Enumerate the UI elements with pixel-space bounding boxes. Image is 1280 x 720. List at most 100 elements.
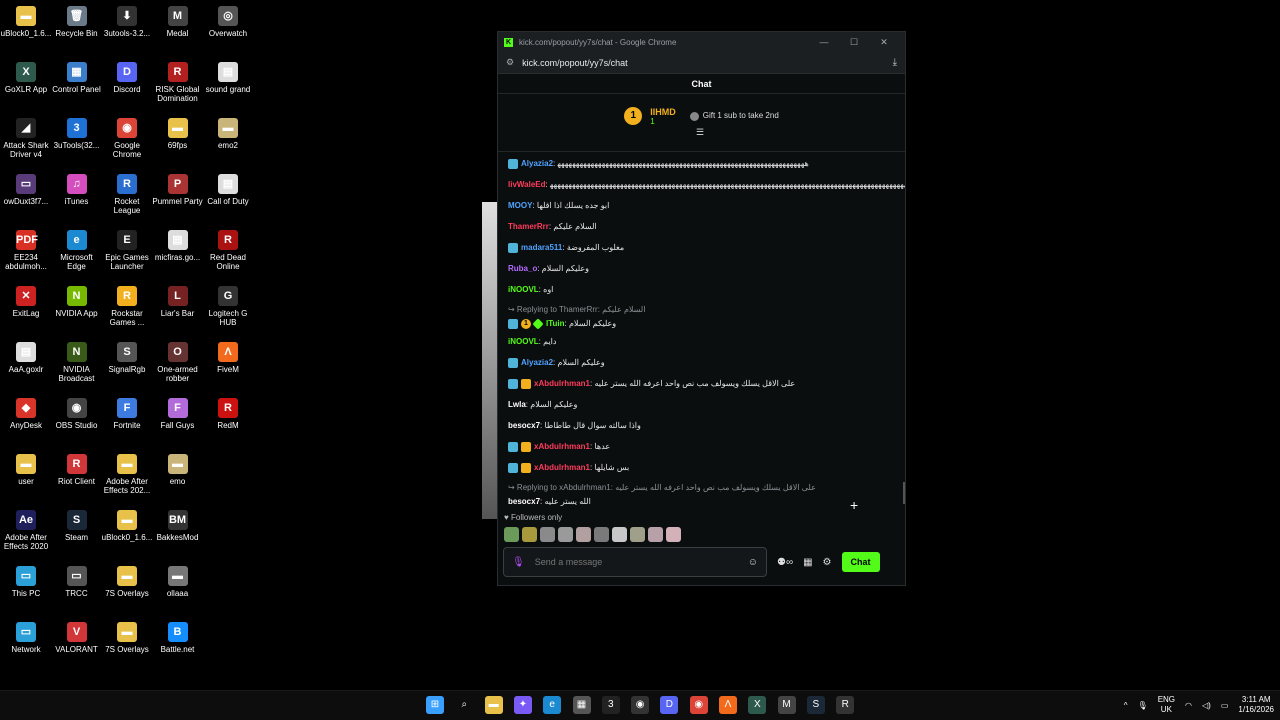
chat-username[interactable]: xAbdulrhman1 [534,463,590,472]
desktop-icon[interactable]: ▬ uBlock0_1.6... [101,510,153,542]
desktop-icon[interactable]: R RedM [202,398,254,430]
desktop-icon[interactable]: ▭ owDuxt3f7... [0,174,52,206]
close-button[interactable]: ✕ [869,37,899,48]
send-chat-button[interactable]: Chat [841,552,880,572]
maximize-button[interactable]: ☐ [839,37,869,48]
minimize-button[interactable]: — [809,37,839,47]
desktop-icon[interactable]: Λ FiveM [202,342,254,374]
desktop-icon[interactable]: ▭ Network [0,622,52,654]
taskbar-obs-icon[interactable]: ◉ [631,696,650,714]
emote-item[interactable] [648,527,663,542]
chat-username[interactable]: xAbdulrhman1 [534,379,590,388]
desktop-icon[interactable]: F Fortnite [101,398,153,430]
chat-username[interactable]: livWaleEd [508,180,546,189]
desktop-icon[interactable]: ▬ 7S Overlays [101,622,153,654]
taskbar-explorer-icon[interactable]: ▬ [484,696,503,714]
message-box[interactable]: 🎙 ☺ [503,547,767,577]
desktop-icon[interactable]: R Red Dead Online [202,230,254,271]
desktop-icon[interactable]: G Logitech G HUB [202,286,254,327]
chat-username[interactable]: ThamerRrr [508,222,549,231]
desktop-icon[interactable]: B Battle.net [152,622,204,654]
chevron-up-icon[interactable]: ^ [1124,701,1128,710]
chat-username[interactable]: MOOY [508,201,532,210]
taskbar-rockstar-icon[interactable]: R [836,696,855,714]
site-info-icon[interactable]: ⚙ [506,57,514,68]
desktop-icon[interactable]: ▤ AaA.goxlr [0,342,52,374]
taskbar-discord-icon[interactable]: D [660,696,679,714]
chat-message[interactable]: 1 ITuin: وعليكم السلام [508,318,616,330]
desktop-icon[interactable]: ▦ Control Panel [51,62,103,94]
desktop-icon[interactable]: ▬ emo [152,454,204,486]
emote-item[interactable] [630,527,645,542]
desktop-icon[interactable]: M Medal [152,6,204,38]
chat-username[interactable]: Alyazia2 [521,358,553,367]
desktop-icon[interactable]: S SignalRgb [101,342,153,374]
language-indicator[interactable]: ENG UK [1158,695,1175,715]
desktop-icon[interactable]: ✕ ExitLag [0,286,52,318]
chat-message[interactable]: xAbdulrhman1: بس شايلها [508,462,629,473]
desktop-icon[interactable]: 3 3uTools(32... [51,118,103,150]
desktop-icon[interactable]: N NVIDIA App [51,286,103,318]
desktop-icon[interactable]: PDF EE234 abdulmoh... [0,230,52,271]
taskbar-steam-icon[interactable]: S [806,696,825,714]
chat-message[interactable]: xAbdulrhman1: على الاقل يسلك ويسولف مب ن… [508,378,795,389]
desktop-icon[interactable]: ▤ micfiras.go... [152,230,204,262]
chat-message[interactable]: Alyazia2: وعليكم السلام [508,357,605,368]
desktop-icon[interactable]: ▬ Adobe After Effects 202... [101,454,153,495]
chat-message[interactable]: besocx7: الله يستر عليه [508,496,591,507]
desktop-icon[interactable]: ◢ Attack Shark Driver v4 [0,118,52,159]
desktop-icon[interactable]: F Fall Guys [152,398,204,430]
desktop-icon[interactable]: ▭ This PC [0,566,52,598]
desktop-icon[interactable]: ▬ 7S Overlays [101,566,153,598]
desktop-icon[interactable]: ▬ emo2 [202,118,254,150]
taskbar-chrome-icon[interactable]: ◉ [689,696,708,714]
desktop-icon[interactable]: ◆ AnyDesk [0,398,52,430]
desktop-icon[interactable]: ♫ iTunes [51,174,103,206]
desktop-icon[interactable]: ⬇ 3utools-3.2... [101,6,153,38]
chat-username[interactable]: iNOOVL [508,337,539,346]
desktop-icon[interactable]: ▤ Call of Duty [202,174,254,206]
desktop-icon[interactable]: O One-armed robber [152,342,204,383]
message-input[interactable] [534,557,748,567]
chat-scrollbar[interactable] [903,482,905,504]
desktop-icon[interactable]: V VALORANT [51,622,103,654]
desktop-icon[interactable]: R RISK Global Domination [152,62,204,103]
desktop-icon[interactable]: ▭ TRCC [51,566,103,598]
desktop-icon[interactable]: ▬ ollaaa [152,566,204,598]
emote-item[interactable] [576,527,591,542]
chat-username[interactable]: madara511 [521,243,562,252]
chat-username[interactable]: xAbdulrhman1 [534,442,590,451]
users-icon[interactable]: ⚉∞ [777,557,793,568]
wifi-icon[interactable]: ◠ [1185,701,1192,710]
chat-username[interactable]: Alyazia2 [521,159,553,168]
taskbar-start-icon[interactable]: ⊞ [426,696,444,714]
url-text[interactable]: kick.com/popout/yy7s/chat [522,58,893,68]
desktop-icon[interactable]: ▬ uBlock0_1.6... [0,6,52,38]
desktop-icon[interactable]: E Epic Games Launcher [101,230,153,271]
chat-username[interactable]: ITuin [546,319,565,328]
desktop-icon[interactable]: D Discord [101,62,153,94]
mic-tray-icon[interactable]: 🎙 [1138,701,1148,710]
taskbar-medal-icon[interactable]: M [777,696,796,714]
chat-message[interactable]: xAbdulrhman1: عدها [508,441,610,452]
taskbar-edge-icon[interactable]: e [543,696,562,714]
emote-item[interactable] [540,527,555,542]
chat-messages[interactable]: Alyazia2: ﻫﻬﻬﻬﻬﻬﻬﻬﻬﻬﻬﻬﻬﻬﻬﻬﻬﻬﻬﻬﻬﻬﻬﻬﻬﻬﻬﻬﻬﻬ… [498,151,905,513]
clock[interactable]: 3:11 AM 1/16/2026 [1238,695,1274,715]
taskbar-copilot-icon[interactable]: ✦ [513,696,532,714]
chat-message[interactable]: Ruba_o: وعليكم السلام [508,263,589,274]
desktop-icon[interactable]: 🗑 Recycle Bin [51,6,103,38]
emote-item[interactable] [522,527,537,542]
desktop-icon[interactable]: ▬ 69fps [152,118,204,150]
desktop-icon[interactable]: P Pummel Party [152,174,204,206]
chat-message[interactable]: ThamerRrr: السلام عليكم [508,221,597,232]
desktop-icon[interactable]: ◉ Google Chrome [101,118,153,159]
reply-context[interactable]: ↪ Replying to ThamerRrr: السلام عليكم [508,305,645,314]
chat-message[interactable]: MOOY: ابو جده يسلك اذا اقلها [508,200,609,211]
reply-context[interactable]: ↪ Replying to xAbdulrhman1: على الاقل يس… [508,483,816,492]
chat-username[interactable]: Lwla [508,400,526,409]
battery-icon[interactable]: ▭ [1221,701,1229,710]
settings-gear-icon[interactable]: ⚙ [823,557,832,568]
emoji-icon[interactable]: ☺ [748,557,758,568]
taskbar-fivem-icon[interactable]: Λ [719,696,737,714]
